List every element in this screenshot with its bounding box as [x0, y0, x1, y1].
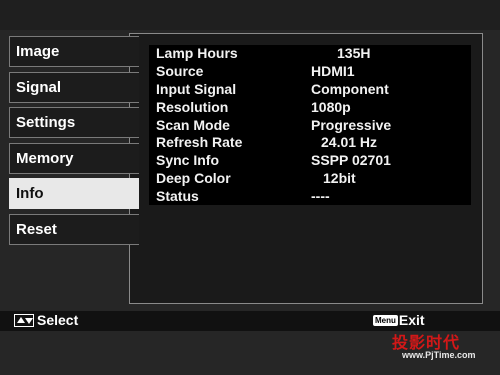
- info-label: Status: [156, 187, 199, 204]
- menu-item-settings[interactable]: Settings: [9, 107, 139, 138]
- info-row-sync-info: Sync Info SSPP 02701: [149, 152, 471, 170]
- info-row-scan-mode: Scan Mode Progressive: [149, 116, 471, 134]
- info-value: SSPP 02701: [311, 152, 391, 169]
- info-row-lamp-hours: Lamp Hours 135H: [149, 45, 471, 63]
- menu-item-image[interactable]: Image: [9, 36, 139, 67]
- info-value: HDMI1: [311, 63, 355, 80]
- info-label: Source: [156, 63, 204, 80]
- osd-screen: Image Signal Settings Memory Info Reset …: [0, 0, 500, 375]
- info-value: Component: [311, 80, 389, 97]
- menu-item-info[interactable]: Info: [9, 178, 139, 209]
- info-table: Lamp Hours 135H Source HDMI1 Input Signa…: [149, 45, 471, 206]
- up-down-arrows-icon: [14, 313, 34, 327]
- info-row-source: Source HDMI1: [149, 63, 471, 81]
- info-row-status: Status ----: [149, 187, 471, 205]
- menu-item-reset[interactable]: Reset: [9, 213, 139, 245]
- info-label: Lamp Hours: [156, 45, 238, 62]
- info-label: Sync Info: [156, 152, 220, 169]
- info-value: 135H: [337, 45, 371, 62]
- menu-item-memory[interactable]: Memory: [9, 142, 139, 174]
- select-hint: Select: [14, 312, 78, 328]
- info-label: Resolution: [156, 98, 229, 115]
- info-row-deep-color: Deep Color 12bit: [149, 170, 471, 188]
- info-row-resolution: Resolution 1080p: [149, 98, 471, 116]
- watermark-logo: 投影时代 www.PjTime.com: [372, 329, 490, 369]
- info-value: 1080p: [311, 98, 351, 115]
- info-row-input-signal: Input Signal Component: [149, 81, 471, 99]
- info-value: 12bit: [323, 169, 356, 186]
- info-value: Progressive: [311, 116, 392, 133]
- info-value: 24.01 Hz: [321, 134, 378, 151]
- info-label: Scan Mode: [156, 116, 230, 133]
- exit-hint[interactable]: Menu Exit: [373, 312, 425, 328]
- top-strip: [0, 0, 500, 30]
- info-label: Refresh Rate: [156, 134, 243, 151]
- select-label: Select: [37, 312, 79, 328]
- menu-key-icon: Menu: [373, 314, 398, 326]
- main-menu: Image Signal Settings Memory Info Reset: [9, 36, 139, 249]
- info-label: Input Signal: [156, 80, 237, 97]
- menu-item-signal[interactable]: Signal: [9, 71, 139, 103]
- info-row-refresh-rate: Refresh Rate 24.01 Hz: [149, 134, 471, 152]
- exit-label: Exit: [398, 312, 425, 328]
- info-label: Deep Color: [156, 169, 231, 186]
- info-value: ----: [311, 187, 330, 204]
- watermark-url: www.PjTime.com: [402, 350, 476, 360]
